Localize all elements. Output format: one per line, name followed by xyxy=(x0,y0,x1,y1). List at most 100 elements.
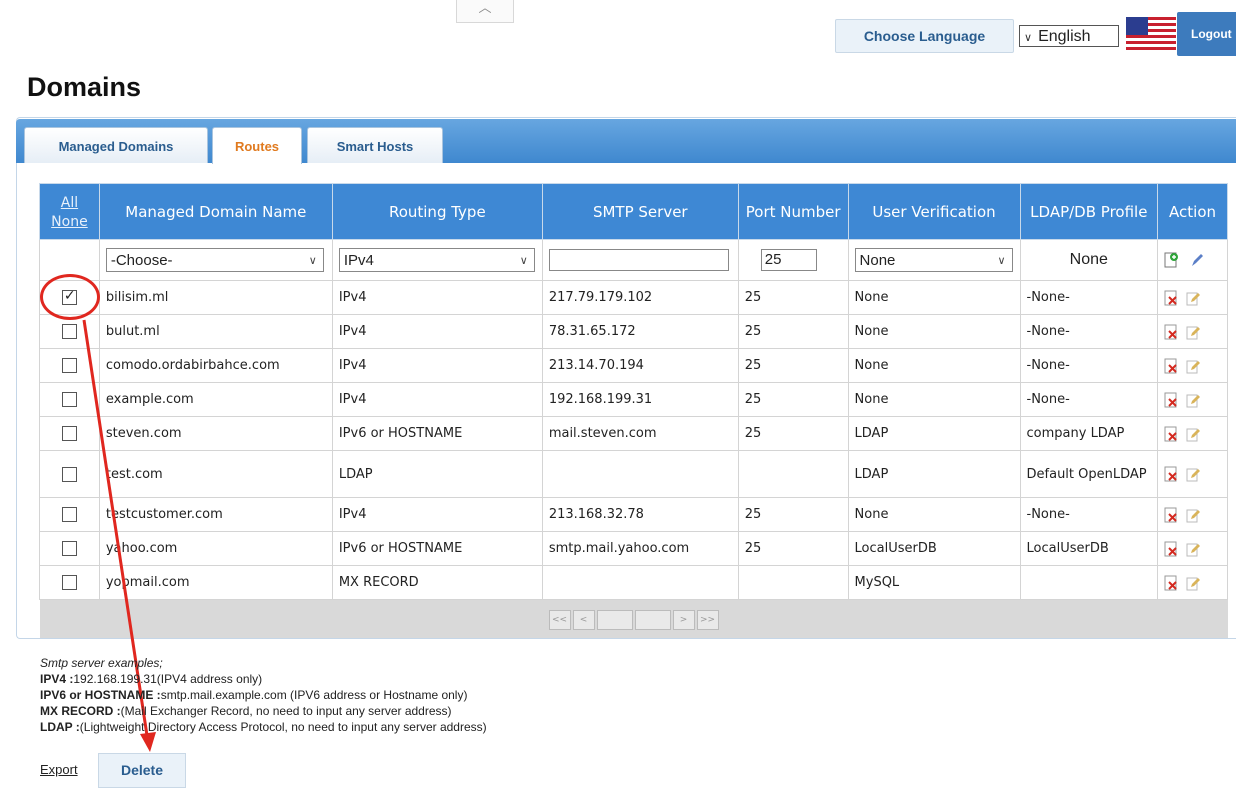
edit-route-icon[interactable] xyxy=(1185,541,1201,557)
cell-port: 25 xyxy=(737,416,849,451)
delete-route-icon[interactable] xyxy=(1163,541,1179,557)
cell-domain: test.com xyxy=(98,450,333,498)
edit-route-icon[interactable] xyxy=(1185,575,1201,591)
cell-smtp-server: 192.168.199.31 xyxy=(541,382,739,417)
cell-smtp-server: 213.168.32.78 xyxy=(541,497,739,532)
delete-route-icon[interactable] xyxy=(1163,575,1179,591)
chevron-down-icon: ∨ xyxy=(997,255,1006,267)
delete-route-icon[interactable] xyxy=(1163,290,1179,306)
row-checkbox[interactable] xyxy=(61,507,77,522)
edit-route-icon[interactable] xyxy=(1185,507,1201,523)
cell-profile: -None- xyxy=(1019,348,1159,383)
cell-domain: bulut.ml xyxy=(98,314,333,349)
cell-smtp-server: mail.steven.com xyxy=(541,416,739,451)
choose-language-button[interactable]: Choose Language xyxy=(835,19,1014,53)
domain-select[interactable]: -Choose- ∨ xyxy=(105,248,324,272)
table-row: yopmail.com MX RECORD MySQL xyxy=(39,565,1228,600)
row-checkbox[interactable] xyxy=(61,392,77,407)
delete-route-icon[interactable] xyxy=(1163,358,1179,374)
pager-first-button[interactable]: << xyxy=(548,610,571,630)
note-line: MX RECORD :(Mail Exchanger Record, no ne… xyxy=(40,704,452,718)
edit-route-icon[interactable] xyxy=(1185,466,1201,482)
pager-page-input[interactable] xyxy=(596,610,633,630)
pager-last-button[interactable]: >> xyxy=(696,610,719,630)
language-selected: English xyxy=(1038,28,1091,45)
cell-profile: -None- xyxy=(1019,382,1159,417)
select-all-link[interactable]: All xyxy=(61,195,78,211)
row-checkbox[interactable] xyxy=(61,575,77,590)
edit-route-icon[interactable] xyxy=(1185,426,1201,442)
pager-next-button[interactable]: > xyxy=(672,610,695,630)
delete-route-icon[interactable] xyxy=(1163,324,1179,340)
table-row: bilisim.mlIPv4217.79.179.10225None-None- xyxy=(39,280,1228,315)
column-header-action: Action xyxy=(1157,183,1228,240)
us-flag-icon xyxy=(1126,17,1176,53)
note-line: IPV4 :192.168.199.31(IPV4 address only) xyxy=(40,672,263,686)
delete-button[interactable]: Delete xyxy=(98,753,186,788)
cell-profile: -None- xyxy=(1019,314,1159,349)
chevron-down-icon: ∨ xyxy=(308,255,317,267)
smtp-examples-notes: Smtp server examples; IPV4 :192.168.199.… xyxy=(40,655,487,735)
cell-routing-type: IPv4 xyxy=(331,382,543,417)
edit-route-icon[interactable] xyxy=(1185,358,1201,374)
edit-route-icon[interactable] xyxy=(1185,324,1201,340)
tab-routes[interactable]: Routes xyxy=(212,127,302,164)
cell-profile: -None- xyxy=(1019,497,1159,532)
column-header-profile[interactable]: LDAP/DB Profile xyxy=(1019,183,1159,240)
delete-route-icon[interactable] xyxy=(1163,392,1179,408)
cell-routing-type: MX RECORD xyxy=(331,565,543,600)
collapse-header-handle[interactable]: ︿ xyxy=(456,0,514,23)
select-column-header: All None xyxy=(39,183,100,240)
table-row: example.com IPv4 192.168.199.31 25 None -None… xyxy=(39,382,1228,417)
logout-button[interactable]: Logout xyxy=(1177,12,1236,56)
row-checkbox[interactable] xyxy=(61,541,77,556)
row-checkbox[interactable] xyxy=(61,358,77,373)
cell-port xyxy=(737,565,849,600)
column-header-port[interactable]: Port Number xyxy=(737,183,849,240)
edit-route-icon[interactable] xyxy=(1185,392,1201,408)
cell-domain: example.com xyxy=(98,382,333,417)
delete-route-icon[interactable] xyxy=(1163,426,1179,442)
column-header-domain[interactable]: Managed Domain Name xyxy=(98,183,333,240)
pager-total xyxy=(634,610,671,630)
cell-smtp-server xyxy=(541,565,739,600)
cell-user-verification: None xyxy=(847,497,1021,532)
export-link[interactable]: Export xyxy=(40,762,78,777)
pager-row: << < > >> xyxy=(39,599,1228,638)
pager-prev-button[interactable]: < xyxy=(572,610,595,630)
cell-user-verification: None xyxy=(847,314,1021,349)
row-checkbox[interactable] xyxy=(61,324,77,339)
cell-smtp-server: 217.79.179.102 xyxy=(541,280,739,315)
cell-domain: steven.com xyxy=(98,416,333,451)
cell-domain: testcustomer.com xyxy=(98,497,333,532)
tab-smart-hosts[interactable]: Smart Hosts xyxy=(307,127,443,163)
row-checkbox[interactable] xyxy=(61,466,77,482)
cell-smtp-server: smtp.mail.yahoo.com xyxy=(541,531,739,566)
cell-routing-type: LDAP xyxy=(331,450,543,498)
routes-table: All None Managed Domain Name Routing Typ… xyxy=(39,183,1228,638)
add-route-icon[interactable] xyxy=(1163,252,1179,268)
cell-domain: yahoo.com xyxy=(98,531,333,566)
language-select[interactable]: ∨ English xyxy=(1019,25,1119,47)
column-header-routing-type[interactable]: Routing Type xyxy=(331,183,543,240)
edit-route-icon[interactable] xyxy=(1185,290,1201,306)
edit-pen-icon[interactable] xyxy=(1189,252,1205,268)
row-checkbox[interactable] xyxy=(61,426,77,441)
cell-port: 25 xyxy=(737,531,849,566)
chevron-down-icon: ∨ xyxy=(519,255,528,267)
pager: << < > >> xyxy=(548,610,719,630)
delete-route-icon[interactable] xyxy=(1163,507,1179,523)
select-none-link[interactable]: None xyxy=(51,214,88,230)
cell-routing-type: IPv4 xyxy=(331,497,543,532)
tab-managed-domains[interactable]: Managed Domains xyxy=(24,127,208,163)
port-input[interactable]: 25 xyxy=(760,249,817,271)
column-header-user-verification[interactable]: User Verification xyxy=(847,183,1021,240)
delete-route-icon[interactable] xyxy=(1163,466,1179,482)
table-row: steven.com IPv6 or HOSTNAME mail.steven.co… xyxy=(39,416,1228,451)
smtp-server-input[interactable] xyxy=(548,249,729,271)
cell-domain: bilisim.ml xyxy=(98,280,333,315)
column-header-smtp-server[interactable]: SMTP Server xyxy=(541,183,739,240)
routing-type-select[interactable]: IPv4 ∨ xyxy=(338,248,535,272)
user-verification-select[interactable]: None ∨ xyxy=(854,248,1013,272)
cell-routing-type: IPv6 or HOSTNAME xyxy=(331,416,543,451)
